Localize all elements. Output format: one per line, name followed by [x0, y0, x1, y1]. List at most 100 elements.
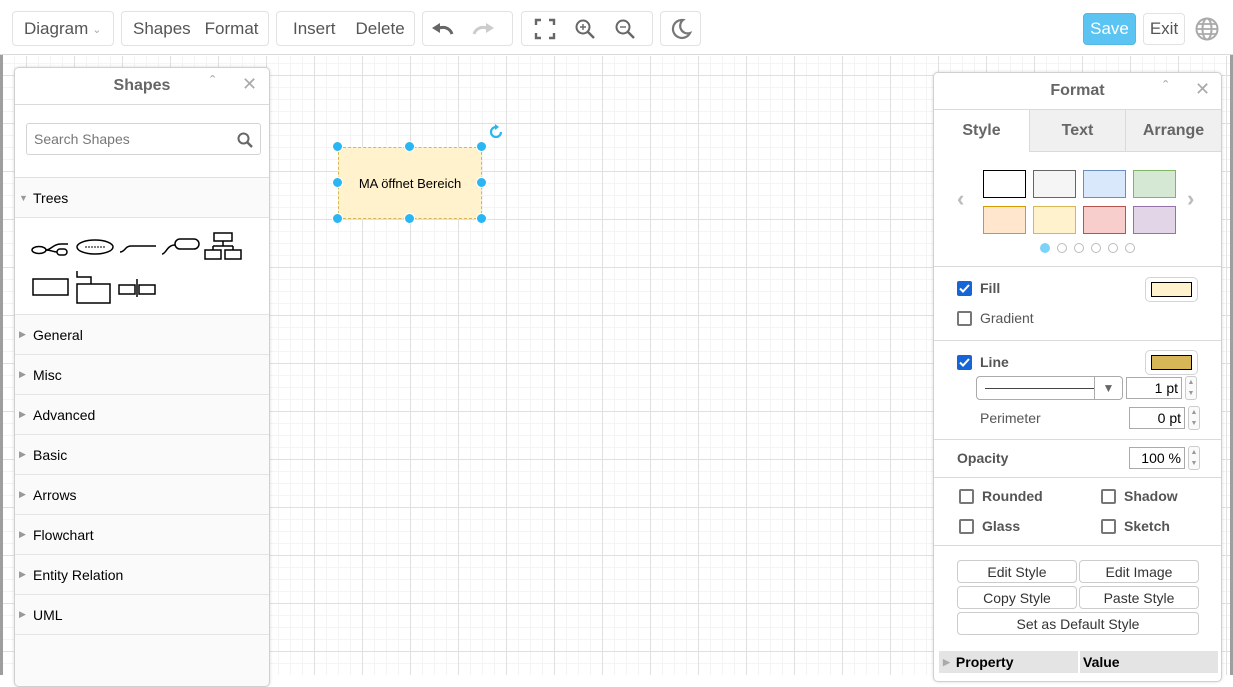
chevron-right-icon[interactable]: › — [1187, 186, 1194, 212]
save-button[interactable]: Save — [1083, 13, 1136, 45]
dark-mode-button[interactable] — [661, 12, 700, 45]
swatch-page-dot[interactable] — [1108, 243, 1118, 253]
opacity-input[interactable]: 100 % — [1129, 447, 1185, 469]
tree-shape-org-chart[interactable] — [204, 232, 242, 260]
resize-handle-bottom-left[interactable] — [332, 213, 343, 224]
rotate-handle-icon[interactable] — [488, 124, 504, 140]
spin-up-icon[interactable]: ▲ — [1186, 377, 1196, 388]
resize-handle-right[interactable] — [476, 177, 487, 188]
spin-down-icon[interactable]: ▼ — [1189, 458, 1199, 469]
sketch-checkbox[interactable] — [1101, 518, 1116, 534]
resize-handle-bottom-right[interactable] — [476, 213, 487, 224]
selected-shape[interactable]: MA öffnet Bereich — [338, 147, 482, 219]
diagram-menu-button[interactable]: Diagram ⌄ — [13, 19, 108, 39]
close-icon[interactable]: ✕ — [242, 74, 257, 95]
section-basic[interactable]: ▶ Basic — [15, 435, 269, 475]
copy-style-button[interactable]: Copy Style — [957, 586, 1077, 609]
resize-handle-left[interactable] — [332, 177, 343, 188]
line-width-spinner[interactable]: ▲ ▼ — [1185, 376, 1197, 400]
line-checkbox[interactable] — [957, 354, 972, 370]
section-general[interactable]: ▶ General — [15, 315, 269, 355]
sketch-option: Sketch — [1101, 518, 1170, 534]
tab-style[interactable]: Style — [934, 110, 1029, 152]
spin-up-icon[interactable]: ▲ — [1189, 407, 1199, 418]
collapse-icon[interactable]: ˆ — [1163, 79, 1168, 97]
zoom-in-button[interactable] — [565, 12, 605, 45]
close-icon[interactable]: ✕ — [1195, 79, 1210, 100]
edit-style-button[interactable]: Edit Style — [957, 560, 1077, 583]
style-swatch[interactable] — [1033, 206, 1076, 234]
set-default-style-button[interactable]: Set as Default Style — [957, 612, 1199, 635]
tab-arrange[interactable]: Arrange — [1125, 110, 1221, 151]
section-entity-relation[interactable]: ▶ Entity Relation — [15, 555, 269, 595]
fill-color-button[interactable] — [1145, 277, 1198, 302]
redo-button[interactable] — [463, 12, 503, 45]
shape-label[interactable]: MA öffnet Bereich — [359, 176, 461, 191]
tab-text[interactable]: Text — [1029, 110, 1125, 151]
perimeter-label: Perimeter — [980, 410, 1041, 426]
collapse-icon[interactable]: ˆ — [210, 74, 215, 92]
section-flowchart[interactable]: ▶ Flowchart — [15, 515, 269, 555]
style-swatch[interactable] — [983, 170, 1026, 198]
tree-shape-tree-root[interactable] — [32, 278, 69, 296]
section-uml[interactable]: ▶ UML — [15, 595, 269, 635]
section-advanced[interactable]: ▶ Advanced — [15, 395, 269, 435]
resize-handle-bottom[interactable] — [404, 213, 415, 224]
style-swatch[interactable] — [1033, 170, 1076, 198]
tree-shape-branch[interactable] — [119, 238, 157, 254]
edit-image-button[interactable]: Edit Image — [1079, 560, 1199, 583]
swatch-page-dot[interactable] — [1040, 243, 1050, 253]
swatch-page-dot[interactable] — [1057, 243, 1067, 253]
tree-shape-sub-topic[interactable] — [161, 236, 201, 256]
tree-shape-sub-tree[interactable] — [75, 270, 112, 304]
opacity-spinner[interactable]: ▲ ▼ — [1188, 446, 1200, 470]
fill-checkbox[interactable] — [957, 280, 972, 296]
resize-handle-top-right[interactable] — [476, 141, 487, 152]
exit-button[interactable]: Exit — [1143, 13, 1185, 45]
style-swatch[interactable] — [1083, 206, 1126, 234]
spin-up-icon[interactable]: ▲ — [1189, 447, 1199, 458]
rounded-checkbox[interactable] — [959, 488, 974, 504]
format-toggle-button[interactable]: Format — [198, 19, 266, 39]
perimeter-input[interactable]: 0 pt — [1129, 407, 1185, 429]
tree-shape-central-idea[interactable] — [75, 238, 115, 256]
undo-button[interactable] — [423, 12, 463, 45]
zoom-out-button[interactable] — [605, 12, 645, 45]
paste-style-button[interactable]: Paste Style — [1079, 586, 1199, 609]
delete-button[interactable]: Delete — [346, 19, 412, 39]
glass-checkbox[interactable] — [959, 518, 974, 534]
search-shapes-input[interactable] — [26, 123, 261, 155]
section-trees[interactable]: ▼ Trees — [15, 178, 269, 218]
top-toolbar: Diagram ⌄ Shapes Format Insert Delete Sa… — [0, 0, 1233, 55]
perimeter-spinner[interactable]: ▲ ▼ — [1188, 406, 1200, 430]
triangle-right-icon: ▶ — [19, 569, 26, 579]
opacity-section: Opacity 100 % ▲ ▼ — [934, 440, 1221, 478]
resize-handle-top[interactable] — [404, 141, 415, 152]
spin-down-icon[interactable]: ▼ — [1186, 388, 1196, 399]
insert-button[interactable]: Insert — [277, 19, 346, 39]
shadow-checkbox[interactable] — [1101, 488, 1116, 504]
style-swatch[interactable] — [983, 206, 1026, 234]
globe-icon[interactable] — [1194, 16, 1220, 42]
style-swatch[interactable] — [1083, 170, 1126, 198]
resize-handle-top-left[interactable] — [332, 141, 343, 152]
swatch-page-dot[interactable] — [1091, 243, 1101, 253]
line-pattern-select[interactable]: ▼ — [976, 376, 1123, 400]
tree-shape-mindmap-link[interactable] — [31, 237, 69, 259]
gradient-checkbox[interactable] — [957, 310, 972, 326]
property-column-header[interactable]: ▶ Property — [939, 651, 1078, 673]
tree-shape-container[interactable] — [118, 278, 156, 298]
shapes-toggle-button[interactable]: Shapes — [122, 19, 198, 39]
search-icon[interactable] — [237, 132, 253, 148]
swatch-page-dot[interactable] — [1125, 243, 1135, 253]
style-swatch[interactable] — [1133, 170, 1176, 198]
line-width-input[interactable]: 1 pt — [1126, 377, 1182, 399]
fullscreen-button[interactable] — [525, 12, 565, 45]
section-arrows[interactable]: ▶ Arrows — [15, 475, 269, 515]
spin-down-icon[interactable]: ▼ — [1189, 418, 1199, 429]
chevron-left-icon[interactable]: ‹ — [957, 186, 964, 212]
section-misc[interactable]: ▶ Misc — [15, 355, 269, 395]
style-swatch[interactable] — [1133, 206, 1176, 234]
swatch-page-dot[interactable] — [1074, 243, 1084, 253]
line-color-button[interactable] — [1145, 350, 1198, 375]
